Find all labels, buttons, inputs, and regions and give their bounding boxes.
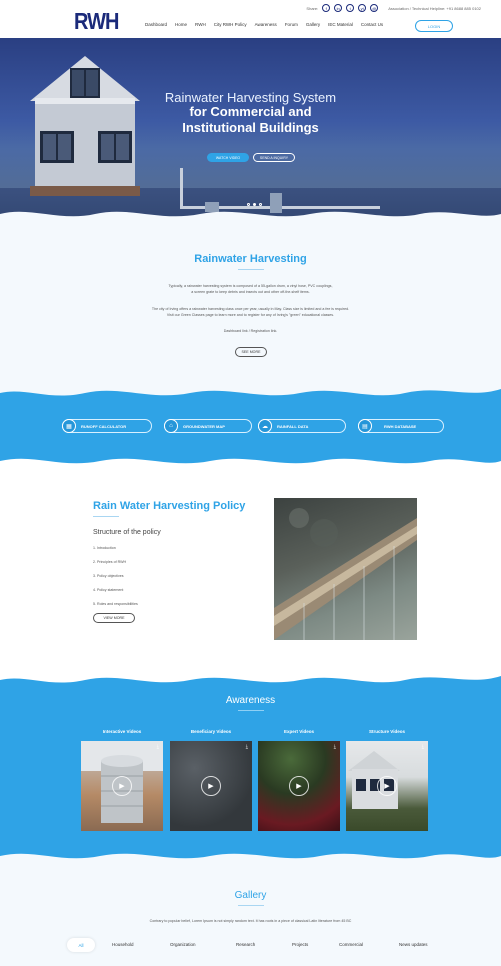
awareness-section: Awareness Interactive Videos ⤓ ▶ Benefic… <box>0 670 501 866</box>
rain-gutter-image <box>274 498 417 640</box>
tab-commercial[interactable]: Commercial <box>339 942 363 947</box>
hero-title-line1: Rainwater Harvesting System <box>164 90 337 105</box>
wave-top <box>0 383 501 396</box>
policy-item[interactable]: 1. Introduction <box>93 546 138 560</box>
email-icon[interactable]: @ <box>370 4 379 12</box>
intro-para2b: Visit our Green Classes page to learn mo… <box>166 313 335 317</box>
rwh-intro-section: Rainwater Harvesting Typically, a rainwa… <box>0 223 501 383</box>
youtube-icon[interactable]: yt <box>358 4 367 12</box>
send-inquiry-button[interactable]: SEND A INQUIRY <box>253 153 295 162</box>
play-icon[interactable]: ▶ <box>201 776 221 796</box>
gallery-underline <box>238 905 264 906</box>
policy-title-underline <box>93 516 119 517</box>
nav-contact[interactable]: Contact Us <box>361 22 383 27</box>
policy-subtitle: Structure of the policy <box>93 529 161 536</box>
policy-item[interactable]: 4. Policy statement <box>93 588 138 602</box>
awareness-title: Awareness <box>225 695 276 706</box>
card-label-structure: Structure Videos <box>369 729 405 734</box>
wave-bottom <box>0 458 501 471</box>
share-label: Share: <box>306 5 319 11</box>
cloud-rain-icon: ☁ <box>258 419 272 433</box>
hero-title-line2: for Commercial and <box>189 104 312 119</box>
rwh-database-button[interactable]: ▤ RWH DATABASE <box>358 419 444 433</box>
map-icon: ⌂ <box>164 419 178 433</box>
awareness-underline <box>238 710 264 711</box>
rainfall-data-button[interactable]: ☁ RAINFALL DATA <box>258 419 346 433</box>
tab-research[interactable]: Research <box>236 942 255 947</box>
tab-news-updates[interactable]: News updates <box>399 942 428 947</box>
play-icon[interactable]: ▶ <box>377 776 397 796</box>
policy-list: 1. Introduction 2. Principles of RWH 3. … <box>93 546 138 616</box>
download-icon[interactable]: ⤓ <box>422 744 424 750</box>
groundwater-map-label: GROUNDWATER MAP <box>183 423 225 429</box>
rainfall-data-label: RAINFALL DATA <box>277 423 309 429</box>
wave-bottom <box>0 853 501 866</box>
facebook-icon[interactable]: f <box>322 4 331 12</box>
download-icon[interactable]: ⤓ <box>246 744 248 750</box>
download-icon[interactable]: ⤓ <box>157 744 159 750</box>
nav-iec-material[interactable]: IEC Material <box>328 22 353 27</box>
linkedin-icon[interactable]: in <box>334 4 343 12</box>
database-icon: ▤ <box>358 419 372 433</box>
main-nav: Dashboard Home RWH City RWH Policy Aware… <box>145 22 383 27</box>
site-header: RWH Share: f in t yt @ Association / Tec… <box>0 0 501 38</box>
runoff-calculator-button[interactable]: ▦ RUNOFF CALCULATOR <box>62 419 152 433</box>
card-label-expert: Expert Videos <box>284 729 314 734</box>
video-card-beneficiary[interactable]: ⤓ ▶ <box>170 741 252 831</box>
nav-awareness[interactable]: Awareness <box>255 22 277 27</box>
tab-all[interactable]: All <box>67 938 95 952</box>
nav-gallery[interactable]: Gallery <box>306 22 320 27</box>
video-card-expert[interactable]: ⤓ ▶ <box>258 741 340 831</box>
card-label-interactive: Interactive Videos <box>102 729 142 734</box>
video-card-structure[interactable]: ⤓ ▶ <box>346 741 428 831</box>
helpline-text: Association / Technical Helpline: +91 86… <box>388 5 481 11</box>
intro-title: Rainwater Harvesting <box>194 253 307 265</box>
nav-dashboard[interactable]: Dashboard <box>145 22 167 27</box>
rwh-database-label: RWH DATABASE <box>384 423 417 429</box>
video-card-interactive[interactable]: ⤓ ▶ <box>81 741 163 831</box>
download-icon[interactable]: ⤓ <box>334 744 336 750</box>
policy-item[interactable]: 2. Principles of RWH <box>93 560 138 574</box>
calculator-icon: ▦ <box>62 419 76 433</box>
watch-video-button[interactable]: WATCH VIDEO <box>207 153 249 162</box>
intro-link[interactable]: Dashboard link / Registration link. <box>0 328 501 334</box>
wave-divider <box>0 211 501 223</box>
nav-forum[interactable]: Forum <box>285 22 298 27</box>
policy-title: Rain Water Harvesting Policy <box>93 500 246 512</box>
view-more-button[interactable]: VIEW MORE <box>93 613 135 623</box>
policy-section: Rain Water Harvesting Policy Structure o… <box>0 470 501 670</box>
see-more-button[interactable]: SEE MORE <box>235 347 267 357</box>
tab-household[interactable]: Household <box>112 942 134 947</box>
hero-banner: Rainwater Harvesting System for Commerci… <box>0 38 501 223</box>
wave-top <box>0 670 501 683</box>
login-button[interactable]: LOGIN <box>415 20 453 32</box>
tools-band: ▦ RUNOFF CALCULATOR ⌂ GROUNDWATER MAP ☁ … <box>0 383 501 471</box>
gallery-title: Gallery <box>234 890 267 901</box>
site-logo[interactable]: RWH <box>74 9 119 35</box>
hero-title-line3: Institutional Buildings <box>182 120 319 135</box>
play-icon[interactable]: ▶ <box>289 776 309 796</box>
card-label-beneficiary: Beneficiary Videos <box>190 729 232 734</box>
tab-organization[interactable]: Organization <box>170 942 196 947</box>
share-row: Share: f in t yt @ Association / Technic… <box>306 3 481 13</box>
tab-projects[interactable]: Projects <box>292 942 308 947</box>
gallery-section: Gallery Contrary to popular belief, Lore… <box>0 865 501 966</box>
intro-para1b: a screen grate to keep debris and insect… <box>191 290 310 294</box>
gallery-desc: Contrary to popular belief, Lorem Ipsum … <box>149 919 352 923</box>
play-icon[interactable]: ▶ <box>112 776 132 796</box>
groundwater-map-button[interactable]: ⌂ GROUNDWATER MAP <box>164 419 252 433</box>
policy-item[interactable]: 3. Policy objectives <box>93 574 138 588</box>
nav-rwh[interactable]: RWH <box>195 22 206 27</box>
twitter-icon[interactable]: t <box>346 4 355 12</box>
runoff-calculator-label: RUNOFF CALCULATOR <box>81 423 127 429</box>
nav-city-policy[interactable]: City RWH Policy <box>214 22 247 27</box>
nav-home[interactable]: Home <box>175 22 187 27</box>
title-underline <box>238 269 264 270</box>
